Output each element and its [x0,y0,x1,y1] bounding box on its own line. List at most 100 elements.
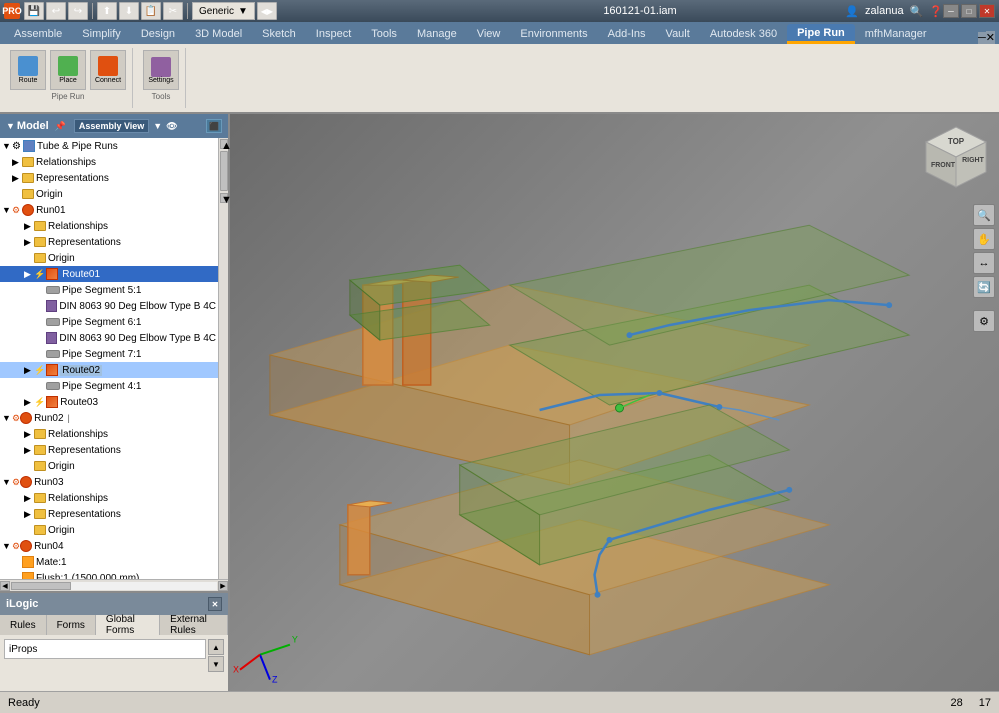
redo-btn[interactable]: ↪ [68,2,88,20]
tab-assemble[interactable]: Assemble [4,24,72,44]
ilogic-tab-forms[interactable]: Forms [47,615,96,635]
tab-mfhmanager[interactable]: mfhManager [855,24,937,44]
tab-manage[interactable]: Manage [407,24,467,44]
tree-item-pipe-seg-5[interactable]: Pipe Segment 5:1 [0,282,218,298]
status-coords: 28 17 [951,697,992,709]
tree-item-rel-3[interactable]: ▶ Relationships [0,426,218,442]
scroll-left-btn[interactable]: ◀ [0,581,10,591]
model-collapse-btn[interactable]: ⬛ [206,119,222,133]
tab-piperun[interactable]: Pipe Run [787,24,855,44]
tab-view[interactable]: View [467,24,511,44]
cut-btn[interactable]: ✂ [163,2,183,20]
tree-item-route01[interactable]: ▶ ⚡ Route01 [0,266,218,282]
ilogic-tab-rules[interactable]: Rules [0,615,47,635]
pan-btn[interactable]: ✋ [973,228,995,250]
tree-item-route02[interactable]: ▶ ⚡ Route02 [0,362,218,378]
rotate-btn[interactable]: 🔄 [973,276,995,298]
tree-item-rel-2[interactable]: ▶ Relationships [0,218,218,234]
tab-vault[interactable]: Vault [656,24,700,44]
tree-item-route03[interactable]: ▶ ⚡ Route03 [0,394,218,410]
ilogic-controls: ✕ [208,597,222,611]
tree-item-origin-2[interactable]: Origin [0,250,218,266]
tab-tools[interactable]: Tools [361,24,407,44]
tab-addins[interactable]: Add-Ins [598,24,656,44]
route-btn[interactable]: Route [10,50,46,90]
separator-2 [187,3,188,19]
undo-btn[interactable]: ↩ [46,2,66,20]
ilogic-scroll-area: iProps ▲ ▼ [4,639,224,672]
model-tree[interactable]: ▼ ⚙ Tube & Pipe Runs ▶ Relationships ▶ [0,138,218,579]
up-btn[interactable]: ⬆ [97,2,117,20]
scroll-down-btn[interactable]: ▼ [220,193,228,203]
tree-item-run02[interactable]: ▼ ⚙ Run02 | [0,410,218,426]
tree-item-rep-4[interactable]: ▶ Representations [0,506,218,522]
tree-item-elbow-1[interactable]: DIN 8063 90 Deg Elbow Type B 4C [0,298,218,314]
scroll-up-btn[interactable]: ▲ [220,139,228,149]
zoom-btn[interactable]: 🔍 [973,204,995,226]
copy-btn[interactable]: 📋 [141,2,161,20]
tree-item-elbow-2[interactable]: DIN 8063 90 Deg Elbow Type B 4C [0,330,218,346]
place-btn[interactable]: Place [50,50,86,90]
ribbon-pin[interactable]: ─ [978,32,986,44]
tree-scrollbar-horizontal[interactable]: ◀ ▶ [0,579,228,591]
ilogic-close-btn[interactable]: ✕ [208,597,222,611]
ribbon-close[interactable]: ✕ [986,31,995,44]
viewport[interactable]: Y Z X TOP FRONT RIGHT [230,114,999,691]
tab-autodesk360[interactable]: Autodesk 360 [700,24,787,44]
down-btn[interactable]: ⬇ [119,2,139,20]
tree-item-mate1[interactable]: Mate:1 [0,554,218,570]
scroll-right-btn[interactable]: ▶ [218,581,228,591]
orbit-btn[interactable]: ↔ [973,252,995,274]
model-panel: ▼ Model 📌 Assembly View ▼ 👁 ⬛ [0,114,228,591]
nav-cube[interactable]: TOP FRONT RIGHT [921,122,991,192]
ilogic-scroll-up[interactable]: ▲ [208,639,224,655]
tree-item-origin-3[interactable]: Origin [0,458,218,474]
expand-btn[interactable]: ◀▶ [257,2,277,20]
tree-item-pipe-seg-6[interactable]: Pipe Segment 6:1 [0,314,218,330]
tree-item-pipe-seg-7[interactable]: Pipe Segment 7:1 [0,346,218,362]
tree-item-run03[interactable]: ▼ ⚙ Run03 [0,474,218,490]
tree-item-rep-2[interactable]: ▶ Representations [0,234,218,250]
ribbon-group-2: Settings Tools [137,48,186,108]
tree-item-flush1[interactable]: Flush:1 (1500.000 mm) [0,570,218,579]
tree-item-rep-3[interactable]: ▶ Representations [0,442,218,458]
ribbon: Route Place Connect Pipe Run Settings [0,44,999,114]
ribbon-tabs: Assemble Simplify Design 3D Model Sketch… [0,22,999,44]
close-btn[interactable]: ✕ [979,4,995,18]
search-icon[interactable]: 🔍 [910,5,924,18]
tree-item-run04[interactable]: ▼ ⚙ Run04 [0,538,218,554]
tab-environments[interactable]: Environments [510,24,597,44]
tree-item-origin-4[interactable]: Origin [0,522,218,538]
tree-item-run01[interactable]: ▼ ⚙ Run01 [0,202,218,218]
ilogic-tab-externalrules[interactable]: External Rules [160,615,228,635]
window-controls: ─ □ ✕ [943,4,995,18]
tree-scrollbar-vertical[interactable]: ▲ ▼ [218,138,228,579]
ilogic-scroll-down[interactable]: ▼ [208,656,224,672]
ilogic-input[interactable]: iProps [4,639,206,659]
settings-view-btn[interactable]: ⚙ [973,310,995,332]
tree-item-rel-4[interactable]: ▶ Relationships [0,490,218,506]
ilogic-panel: iLogic ✕ Rules Forms Global Forms Extern… [0,591,228,691]
tree-item-origin-1[interactable]: Origin [0,186,218,202]
tab-simplify[interactable]: Simplify [72,24,131,44]
connect-btn[interactable]: Connect [90,50,126,90]
tree-item-rep-1[interactable]: ▶ Representations [0,170,218,186]
tree-item-tube-pipe[interactable]: ▼ ⚙ Tube & Pipe Runs [0,138,218,154]
tree-item-pipe-seg-4[interactable]: Pipe Segment 4:1 [0,378,218,394]
minimize-btn[interactable]: ─ [943,4,959,18]
help-icon[interactable]: ❓ [929,5,943,18]
tab-inspect[interactable]: Inspect [306,24,361,44]
maximize-btn[interactable]: □ [961,4,977,18]
save-btn[interactable]: 💾 [24,2,44,20]
scrollbar-thumb-h[interactable] [11,582,71,590]
settings-btn[interactable]: Settings [143,50,179,90]
ilogic-title: iLogic [6,598,38,610]
generic-dropdown[interactable]: Generic ▼ [192,2,255,20]
ilogic-tab-globalforms[interactable]: Global Forms [96,615,160,635]
tab-3dmodel[interactable]: 3D Model [185,24,252,44]
tab-design[interactable]: Design [131,24,185,44]
tree-item-rel-1[interactable]: ▶ Relationships [0,154,218,170]
scroll-thumb[interactable] [220,151,228,191]
model-expand-icon[interactable]: ▼ [6,121,15,131]
tab-sketch[interactable]: Sketch [252,24,306,44]
